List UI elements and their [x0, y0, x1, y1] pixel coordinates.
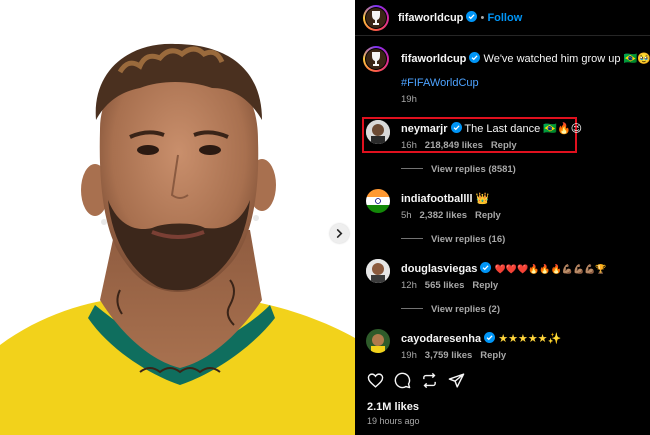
view-replies-button[interactable]: View replies (16) — [401, 234, 505, 245]
player-portrait — [0, 43, 355, 435]
view-replies-label: View replies (16) — [431, 234, 506, 245]
caption-author-avatar[interactable] — [363, 46, 389, 72]
view-replies-button[interactable]: View replies (8581) — [401, 164, 516, 175]
verified-badge-icon — [469, 52, 481, 63]
verified-badge-icon — [480, 262, 492, 273]
avatar-image — [366, 120, 390, 144]
comment-avatar[interactable] — [366, 259, 390, 283]
comment-likes[interactable]: 218,849 likes — [425, 140, 483, 151]
comment-likes[interactable]: 565 likes — [425, 280, 465, 291]
author-avatar[interactable] — [363, 5, 389, 31]
comment-avatar[interactable] — [366, 189, 390, 213]
comment-age: 12h — [401, 280, 417, 291]
caption-hashtag[interactable]: #FIFAWorldCup — [401, 77, 479, 89]
reply-button[interactable]: Reply — [491, 140, 517, 151]
reply-button[interactable]: Reply — [475, 210, 501, 221]
comment-username[interactable]: indiafootballll — [401, 193, 473, 205]
comment-age: 19h — [401, 350, 417, 361]
post-timestamp: 19 hours ago — [367, 416, 420, 426]
comment-username[interactable]: neymarjr — [401, 123, 447, 135]
verified-badge-icon — [450, 122, 462, 133]
chevron-right-icon — [336, 229, 343, 238]
comment-username[interactable]: douglasviegas — [401, 263, 477, 275]
heart-icon[interactable] — [367, 372, 384, 389]
comment-text: 👑 — [475, 193, 490, 205]
comment-avatar[interactable] — [366, 329, 390, 353]
verified-badge-icon — [466, 11, 478, 22]
comment-username[interactable]: cayodaresenha — [401, 333, 481, 345]
verified-badge-icon — [484, 332, 496, 343]
caption-username[interactable]: fifaworldcup — [401, 53, 466, 65]
next-image-button[interactable] — [330, 224, 349, 243]
trophy-logo-icon — [372, 52, 380, 66]
comment-avatar[interactable] — [366, 120, 390, 144]
avatar-image — [366, 259, 390, 283]
view-replies-button[interactable]: View replies (2) — [401, 304, 500, 315]
caption-text: We've watched him grow up 🇧🇷🥹 — [483, 53, 650, 65]
trophy-logo-icon — [372, 11, 380, 25]
comment-likes[interactable]: 3,759 likes — [425, 350, 473, 361]
comment-icon[interactable] — [394, 372, 411, 389]
comment-text: ★★★★★✨ — [498, 333, 562, 345]
india-flag-icon — [366, 189, 390, 213]
view-replies-label: View replies (8581) — [431, 164, 516, 175]
reply-button[interactable]: Reply — [480, 350, 506, 361]
comment-text: ❤️❤️❤️🔥🔥🔥💪🏽💪🏽💪🏽🏆 — [494, 264, 607, 274]
comment-likes[interactable]: 2,382 likes — [420, 210, 468, 221]
comment-age: 5h — [401, 210, 412, 221]
divider-line — [401, 238, 423, 239]
comment-text: The Last dance 🇧🇷🔥😉 — [464, 123, 583, 135]
follow-button[interactable]: Follow — [487, 12, 522, 24]
post-likes[interactable]: 2.1M likes — [367, 401, 419, 413]
author-username[interactable]: fifaworldcup — [398, 12, 463, 24]
view-replies-label: View replies (2) — [431, 304, 500, 315]
divider-line — [401, 308, 423, 309]
avatar-image — [366, 329, 390, 353]
reply-button[interactable]: Reply — [472, 280, 498, 291]
separator-dot: • — [480, 12, 485, 24]
send-icon[interactable] — [448, 372, 465, 389]
comments-panel — [355, 0, 650, 435]
divider-line — [401, 168, 423, 169]
caption-age: 19h — [401, 94, 417, 105]
post-image — [0, 0, 355, 435]
repost-icon[interactable] — [421, 372, 438, 389]
comment-age: 16h — [401, 140, 417, 151]
